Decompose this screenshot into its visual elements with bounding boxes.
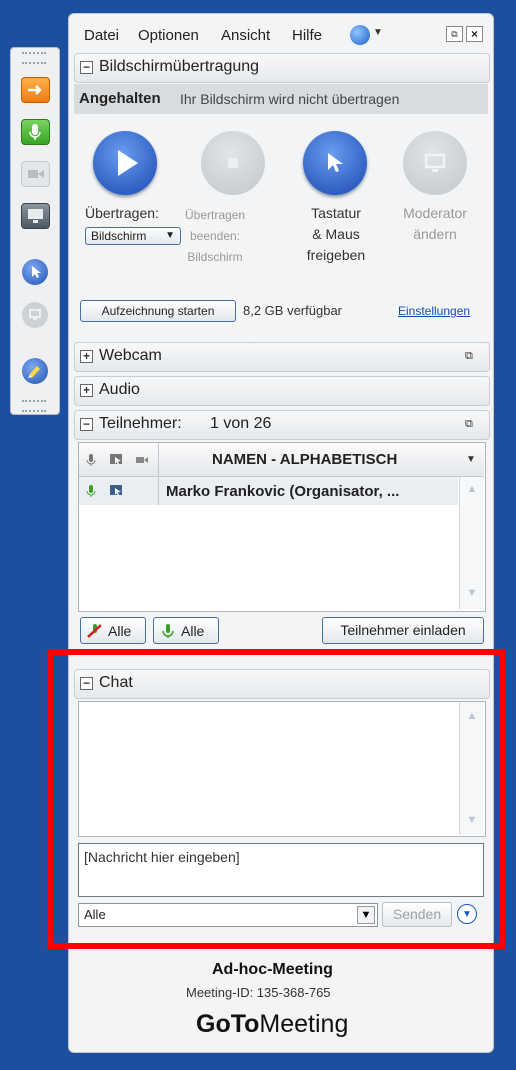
status-text: Ihr Bildschirm wird nicht übertragen: [180, 91, 400, 107]
collapse-arrow-icon[interactable]: [21, 77, 50, 103]
undock-icon[interactable]: ⧉: [446, 26, 463, 42]
screen-select-dropdown[interactable]: Bildschirm ▼: [85, 227, 181, 245]
start-sharing-button[interactable]: [93, 131, 157, 195]
undock-icon[interactable]: ⧉: [465, 418, 473, 431]
keyboard-mouse-icon[interactable]: [108, 483, 124, 499]
microphone-active-icon[interactable]: [83, 483, 99, 499]
dock-grip-bottom[interactable]: [22, 400, 46, 412]
mouse-pointer-icon[interactable]: [22, 259, 48, 285]
gotomeeting-logo: GoToMeeting: [196, 1010, 349, 1038]
attendee-sort-header[interactable]: NAMEN - ALPHABETISCH: [212, 451, 397, 468]
menu-datei[interactable]: Datei: [84, 27, 119, 44]
sharing-panel-title: Bildschirmübertragung: [99, 58, 260, 75]
status-bold: Angehalten: [79, 90, 161, 107]
drawing-tools-icon[interactable]: [22, 358, 48, 384]
stop-sharing-label: Übertragen beenden: Bildschirm: [185, 208, 246, 264]
meeting-id: Meeting-ID: 135-368-765: [186, 985, 331, 1000]
change-presenter-icon[interactable]: [22, 302, 48, 328]
chevron-down-icon[interactable]: ▼: [466, 454, 476, 465]
change-presenter-label: Moderator ändern: [403, 205, 467, 242]
stop-icon: [228, 158, 238, 168]
dock-grip[interactable]: [22, 52, 46, 64]
screen-select-value: Bildschirm: [91, 229, 147, 243]
globe-icon[interactable]: [350, 25, 370, 45]
attendees-panel-title: Teilnehmer:: [99, 415, 182, 432]
monitor-icon: [424, 153, 446, 172]
audio-panel-title: Audio: [99, 381, 140, 398]
change-presenter-button[interactable]: [403, 131, 467, 195]
webcam-icon[interactable]: [134, 452, 150, 468]
undock-icon[interactable]: ⧉: [465, 350, 473, 363]
play-icon: [118, 150, 138, 176]
start-recording-button[interactable]: Aufzeichnung starten: [80, 300, 236, 322]
menu-ansicht[interactable]: Ansicht: [221, 27, 270, 44]
chevron-down-icon: ▼: [165, 230, 175, 241]
screen-icon[interactable]: [21, 203, 50, 229]
mute-all-button[interactable]: Alle: [80, 617, 146, 644]
highlight-box: [47, 649, 505, 949]
close-icon[interactable]: ×: [466, 26, 483, 42]
webcam-panel-title: Webcam: [99, 347, 162, 364]
scroll-up-icon: ▲: [466, 483, 478, 495]
disk-space-text: 8,2 GB verfügbar: [243, 303, 342, 318]
expand-plus-icon[interactable]: +: [80, 350, 93, 363]
settings-link[interactable]: Einstellungen: [398, 304, 470, 318]
mute-microphone-icon: [87, 624, 102, 638]
microphone-icon[interactable]: [83, 452, 99, 468]
expand-plus-icon[interactable]: +: [80, 384, 93, 397]
mouse-pointer-icon: [328, 153, 343, 172]
collapse-minus-icon[interactable]: −: [80, 61, 93, 74]
unmute-all-button[interactable]: Alle: [153, 617, 219, 644]
control-dock: [10, 47, 60, 415]
keyboard-mouse-icon[interactable]: [108, 452, 124, 468]
give-keyboard-mouse-button[interactable]: [303, 131, 367, 195]
start-sharing-label: Übertragen:: [85, 205, 159, 221]
keyboard-mouse-label: Tastatur & Maus freigeben: [306, 205, 366, 263]
attendee-name: Marko Frankovic (Organisator, ...: [166, 483, 400, 500]
meeting-title: Ad-hoc-Meeting: [212, 961, 333, 978]
webcam-icon[interactable]: [21, 161, 50, 187]
collapse-minus-icon[interactable]: −: [80, 418, 93, 431]
stop-sharing-button[interactable]: [201, 131, 265, 195]
microphone-icon[interactable]: [21, 119, 50, 145]
scroll-down-icon: ▼: [466, 587, 478, 599]
attendees-count: 1 von 26: [210, 415, 272, 432]
invite-attendees-button[interactable]: Teilnehmer einladen: [322, 617, 484, 644]
chevron-down-icon[interactable]: ▼: [373, 27, 383, 38]
microphone-icon: [162, 624, 174, 638]
attendee-scrollbar[interactable]: ▲ ▼: [459, 477, 484, 609]
menu-hilfe[interactable]: Hilfe: [292, 27, 322, 44]
menu-optionen[interactable]: Optionen: [138, 27, 199, 44]
